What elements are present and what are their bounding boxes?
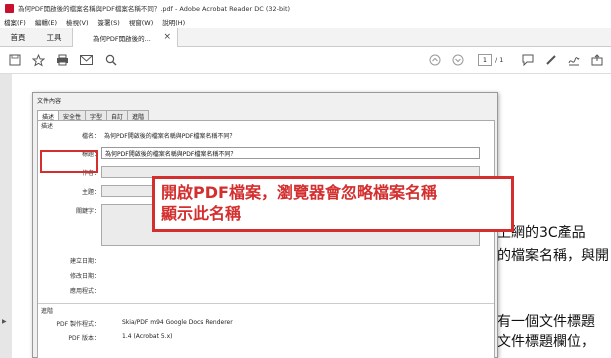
pen-icon[interactable] bbox=[544, 53, 558, 67]
description-panel: 描述 檔名： 為何PDF開啟後的檔案名稱與PDF檔案名稱不同？ 標題： 為何PD… bbox=[37, 120, 495, 358]
star-icon[interactable] bbox=[31, 53, 45, 67]
menu-edit[interactable]: 編輯(E) bbox=[35, 17, 57, 27]
tab-document[interactable]: 為何PDF開啟後的... × bbox=[72, 28, 178, 48]
menu-bar: 檔案(F) 編輯(E) 檢視(V) 簽署(S) 視窗(W) 說明(H) bbox=[0, 16, 611, 28]
title-highlight-box bbox=[40, 150, 98, 173]
print-icon[interactable] bbox=[55, 53, 69, 67]
mail-icon[interactable] bbox=[79, 53, 93, 67]
description-section-label: 描述 bbox=[41, 123, 54, 130]
document-text-line: 有一個文件標題 bbox=[497, 314, 595, 330]
document-text-line: 的檔案名稱，與開 bbox=[497, 248, 609, 264]
sign-icon[interactable] bbox=[567, 53, 581, 67]
tab-fonts[interactable]: 字型 bbox=[85, 110, 108, 121]
page-down-icon[interactable] bbox=[451, 53, 465, 67]
expand-panel-icon[interactable]: ▶ bbox=[2, 318, 7, 325]
application-label: 應用程式： bbox=[69, 288, 100, 295]
pdf-version-value: 1.4 (Acrobat 5.x) bbox=[122, 333, 173, 340]
modified-label: 修改日期： bbox=[69, 273, 100, 280]
menu-window[interactable]: 視窗(W) bbox=[129, 17, 154, 27]
page-number-input[interactable]: 1 bbox=[478, 54, 492, 66]
filename-value: 為何PDF開啟後的檔案名稱與PDF檔案名稱不同？ bbox=[104, 133, 236, 140]
title-input[interactable]: 為何PDF開啟後的檔案名稱與PDF檔案名稱不同？ bbox=[101, 147, 480, 159]
pdf-version-label: PDF 版本： bbox=[68, 335, 100, 342]
producer-label: PDF 製作程式： bbox=[56, 321, 100, 328]
title-bar: 為何PDF開啟後的檔案名稱與PDF檔案名稱不同？.pdf - Adobe Acr… bbox=[0, 0, 611, 16]
close-icon[interactable]: × bbox=[163, 32, 171, 42]
tab-bar: 首頁 工具 為何PDF開啟後的... × bbox=[0, 28, 611, 48]
filename-label: 檔名： bbox=[81, 133, 100, 140]
annotation-callout: 開啟PDF檔案，瀏覽器會忽略檔案名稱 顯示此名稱 bbox=[152, 176, 514, 232]
window-title: 為何PDF開啟後的檔案名稱與PDF檔案名稱不同？.pdf - Adobe Acr… bbox=[18, 5, 291, 13]
menu-file[interactable]: 檔案(F) bbox=[4, 17, 26, 27]
page-total: / 1 bbox=[495, 56, 504, 64]
tab-advanced[interactable]: 進階 bbox=[127, 110, 150, 121]
section-divider bbox=[38, 303, 494, 304]
toolbar: 1 / 1 bbox=[0, 47, 611, 74]
producer-value: Skia/PDF m94 Google Docs Renderer bbox=[122, 319, 233, 326]
tab-tools[interactable]: 工具 bbox=[36, 28, 72, 47]
comment-icon[interactable] bbox=[521, 53, 535, 67]
acrobat-icon bbox=[5, 3, 14, 13]
menu-help[interactable]: 說明(H) bbox=[162, 17, 185, 27]
keywords-label: 關鍵字： bbox=[75, 208, 100, 215]
share-icon[interactable] bbox=[590, 53, 604, 67]
page-up-icon[interactable] bbox=[428, 53, 442, 67]
tab-home[interactable]: 首頁 bbox=[0, 28, 36, 47]
document-text-line: 文件標題欄位， bbox=[497, 334, 595, 350]
save-icon[interactable] bbox=[8, 53, 22, 67]
subject-label: 主題： bbox=[81, 189, 100, 196]
title-input-text: 為何PDF開啟後的檔案名稱與PDF檔案名稱不同？ bbox=[105, 151, 237, 158]
menu-view[interactable]: 檢視(V) bbox=[66, 17, 89, 27]
menu-sign[interactable]: 簽署(S) bbox=[98, 17, 120, 27]
dialog-tabs: 描述 安全性 字型 自訂 進階 bbox=[37, 110, 150, 121]
dialog-title: 文件內容 bbox=[37, 98, 62, 105]
created-label: 建立日期： bbox=[69, 258, 100, 265]
tab-custom[interactable]: 自訂 bbox=[106, 110, 129, 121]
advanced-section-label: 進階 bbox=[41, 308, 54, 315]
search-icon[interactable] bbox=[104, 53, 118, 67]
annotation-line1: 開啟PDF檔案，瀏覽器會忽略檔案名稱 bbox=[161, 183, 437, 202]
annotation-line2: 顯示此名稱 bbox=[161, 204, 242, 223]
tab-security[interactable]: 安全性 bbox=[58, 110, 87, 121]
tab-document-label: 為何PDF開啟後的... bbox=[93, 35, 151, 43]
tab-description[interactable]: 描述 bbox=[37, 110, 60, 121]
